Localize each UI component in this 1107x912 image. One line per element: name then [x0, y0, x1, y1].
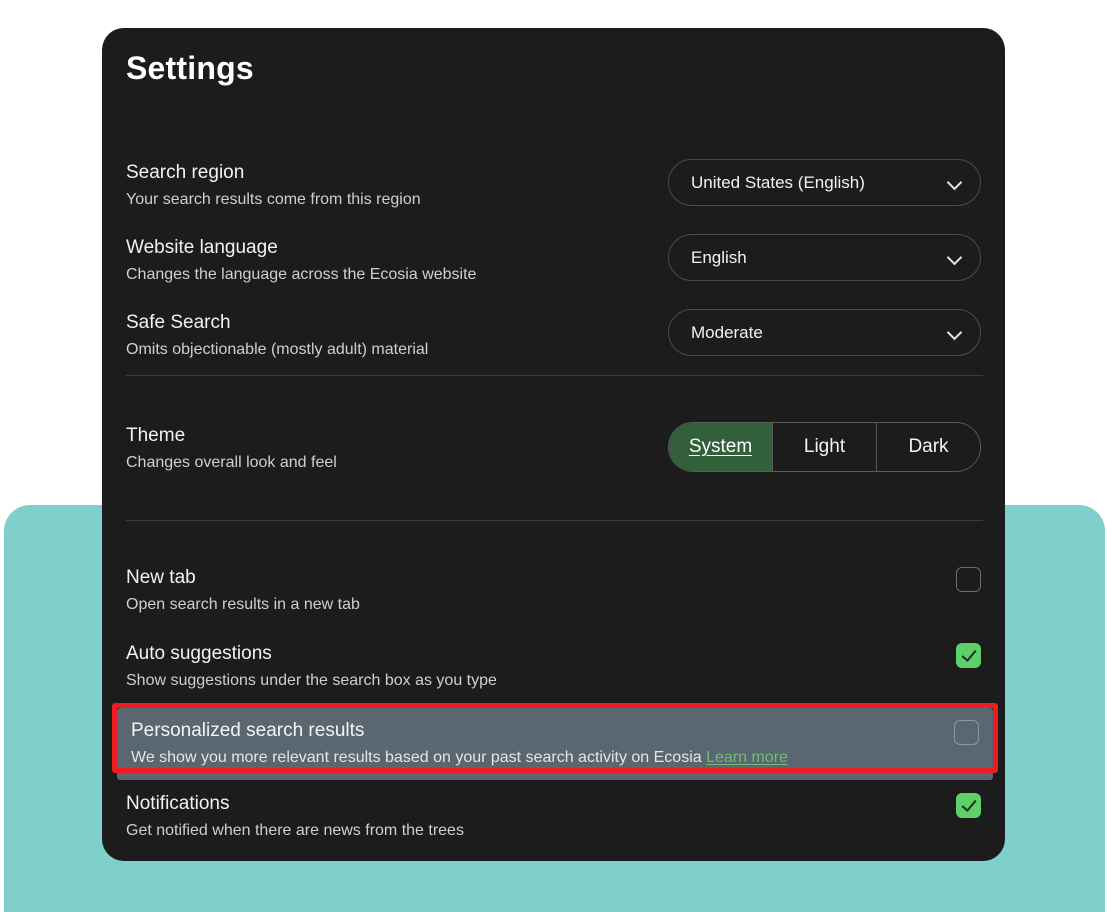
search-region-select[interactable]: United States (English) — [668, 159, 981, 206]
personalized-search-description: We show you more relevant results based … — [131, 746, 788, 769]
setting-row-notifications: Notifications Get notified when there ar… — [126, 790, 981, 842]
setting-row-new-tab: New tab Open search results in a new tab — [126, 564, 981, 616]
auto-suggestions-text: Auto suggestions Show suggestions under … — [126, 640, 497, 692]
theme-option-dark[interactable]: Dark — [877, 423, 980, 471]
auto-suggestions-description: Show suggestions under the search box as… — [126, 672, 497, 689]
new-tab-title: New tab — [126, 567, 196, 588]
setting-row-safe-search: Safe Search Omits objectionable (mostly … — [126, 309, 981, 361]
personalized-search-title: Personalized search results — [131, 720, 365, 741]
chevron-down-icon — [948, 251, 961, 264]
safe-search-text: Safe Search Omits objectionable (mostly … — [126, 309, 428, 361]
section-divider-2 — [126, 520, 983, 521]
setting-row-search-region: Search region Your search results come f… — [126, 159, 981, 211]
setting-row-personalized-search-results: Personalized search results We show you … — [117, 708, 993, 780]
chevron-down-icon — [948, 176, 961, 189]
personalized-search-description-text: We show you more relevant results based … — [131, 749, 707, 766]
search-region-description: Your search results come from this regio… — [126, 191, 421, 208]
website-language-select[interactable]: English — [668, 234, 981, 281]
new-tab-description: Open search results in a new tab — [126, 596, 360, 613]
search-region-text: Search region Your search results come f… — [126, 159, 421, 211]
website-language-value: English — [691, 247, 747, 267]
website-language-title: Website language — [126, 237, 278, 258]
setting-row-theme: Theme Changes overall look and feel Syst… — [126, 422, 981, 474]
theme-option-system[interactable]: System — [669, 423, 773, 471]
theme-description: Changes overall look and feel — [126, 454, 337, 471]
search-region-value: United States (English) — [691, 172, 865, 192]
safe-search-select[interactable]: Moderate — [668, 309, 981, 356]
theme-text: Theme Changes overall look and feel — [126, 422, 337, 474]
page-title: Settings — [126, 50, 254, 86]
chevron-down-icon — [948, 326, 961, 339]
notifications-description: Get notified when there are news from th… — [126, 822, 464, 839]
theme-title: Theme — [126, 425, 186, 446]
section-divider-1 — [126, 375, 983, 376]
new-tab-checkbox[interactable] — [956, 567, 981, 592]
notifications-text: Notifications Get notified when there ar… — [126, 790, 464, 842]
search-region-title: Search region — [126, 162, 245, 183]
safe-search-value: Moderate — [691, 322, 763, 342]
personalized-search-checkbox[interactable] — [954, 720, 979, 745]
theme-option-light[interactable]: Light — [773, 423, 877, 471]
personalized-search-text: Personalized search results We show you … — [131, 717, 788, 769]
notifications-checkbox[interactable] — [956, 793, 981, 818]
learn-more-link[interactable]: Learn more — [706, 749, 788, 766]
website-language-text: Website language Changes the language ac… — [126, 234, 476, 286]
website-language-description: Changes the language across the Ecosia w… — [126, 266, 477, 283]
safe-search-title: Safe Search — [126, 312, 231, 333]
auto-suggestions-checkbox[interactable] — [956, 643, 981, 668]
new-tab-text: New tab Open search results in a new tab — [126, 564, 360, 616]
notifications-title: Notifications — [126, 793, 230, 814]
safe-search-description: Omits objectionable (mostly adult) mater… — [126, 341, 429, 358]
setting-row-website-language: Website language Changes the language ac… — [126, 234, 981, 286]
auto-suggestions-title: Auto suggestions — [126, 643, 272, 664]
theme-segmented-control: System Light Dark — [668, 422, 981, 472]
setting-row-auto-suggestions: Auto suggestions Show suggestions under … — [126, 640, 981, 692]
